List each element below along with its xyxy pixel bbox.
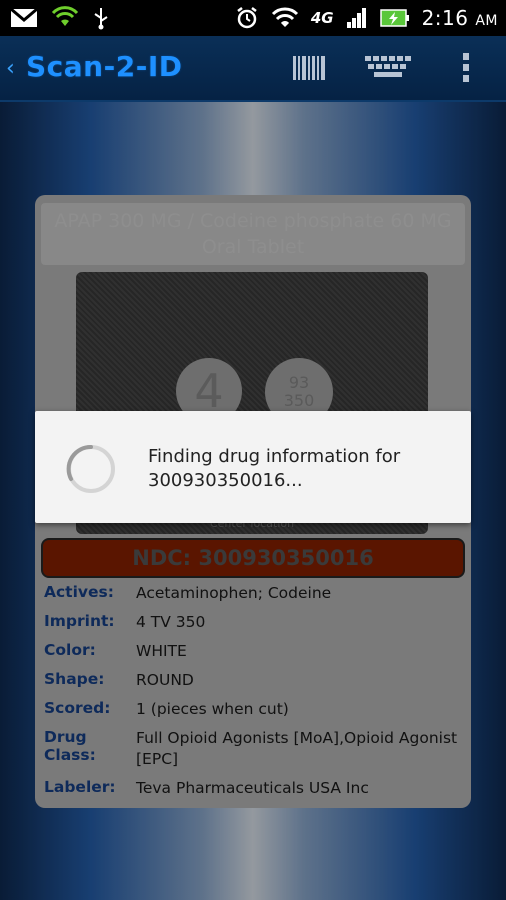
- network-type-label: 4G: [310, 9, 334, 27]
- back-chevron-icon[interactable]: ‹: [6, 56, 15, 81]
- drug-info-list: Actives: Acetaminophen; Codeine Imprint:…: [44, 583, 464, 807]
- info-label: Imprint:: [44, 612, 115, 630]
- usb-icon: [94, 8, 108, 30]
- info-value: Full Opioid Agonists [MoA],Opioid Agonis…: [136, 729, 458, 768]
- info-value: ROUND: [136, 671, 194, 689]
- info-row-scored: Scored: 1 (pieces when cut): [44, 699, 464, 720]
- keyboard-icon[interactable]: [364, 54, 412, 82]
- clock: 2:16 AM: [421, 6, 498, 30]
- overflow-menu-icon[interactable]: [460, 52, 472, 84]
- info-label: Shape:: [44, 670, 105, 688]
- barcode-icon[interactable]: [292, 54, 326, 82]
- app-title[interactable]: Scan-2-ID: [26, 50, 182, 83]
- status-bar: 4G 2:16 AM: [0, 0, 506, 36]
- info-value: Acetaminophen; Codeine: [136, 584, 332, 602]
- info-row-labeler: Labeler: Teva Pharmaceuticals USA Inc: [44, 778, 464, 799]
- info-row-drug-class: Drug Class: Full Opioid Agonists [MoA],O…: [44, 728, 464, 770]
- action-bar: ‹ Scan-2-ID: [0, 36, 506, 102]
- dialog-message: Finding drug information for 30093035001…: [148, 446, 401, 491]
- info-row-actives: Actives: Acetaminophen; Codeine: [44, 583, 464, 604]
- info-row-color: Color: WHITE: [44, 641, 464, 662]
- info-label: Drug Class:: [44, 728, 96, 764]
- battery-charging-icon: [379, 9, 409, 27]
- wifi-icon: [271, 7, 298, 27]
- signal-icon: [346, 8, 366, 28]
- loading-spinner-icon: [66, 444, 115, 493]
- info-label: Scored:: [44, 699, 111, 717]
- progress-dialog: Finding drug information for 30093035001…: [35, 411, 471, 523]
- gmail-icon: [10, 7, 38, 27]
- info-value: Teva Pharmaceuticals USA Inc: [136, 779, 369, 797]
- alarm-icon: [237, 7, 257, 29]
- info-label: Actives:: [44, 583, 114, 601]
- drug-title: APAP 300 MG / Codeine phosphate 60 MG Or…: [41, 203, 465, 265]
- info-value: 1 (pieces when cut): [136, 700, 289, 718]
- info-row-imprint: Imprint: 4 TV 350: [44, 612, 464, 633]
- ndc-banner: NDC: 300930350016: [41, 538, 465, 578]
- wifi-hotspot-icon: [52, 6, 78, 26]
- info-label: Color:: [44, 641, 96, 659]
- info-label: Labeler:: [44, 778, 116, 796]
- info-value: WHITE: [136, 642, 187, 660]
- info-row-shape: Shape: ROUND: [44, 670, 464, 691]
- info-value: 4 TV 350: [136, 613, 206, 631]
